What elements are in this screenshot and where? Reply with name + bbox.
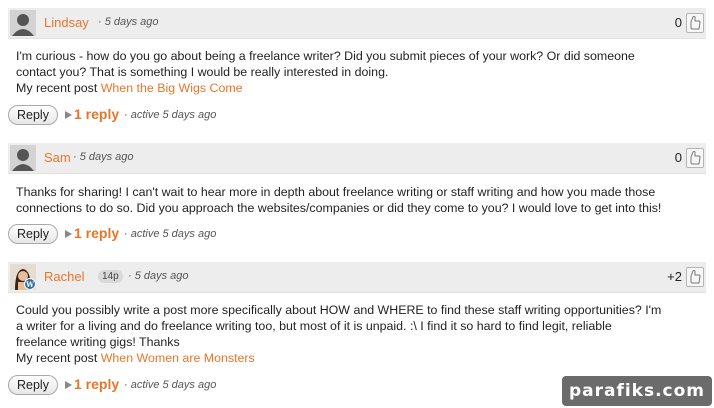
comment-points: +2: [667, 269, 682, 284]
recent-post: My recent post When Women are Monsters: [16, 350, 698, 366]
comment-text-line: connections to do so. Did you approach t…: [16, 201, 662, 215]
comment-author[interactable]: Sam: [44, 150, 71, 165]
active-time: · active 5 days ago: [124, 109, 217, 121]
comment-rachel: W Rachel 14p · 5 days ago +2 Could you p…: [8, 262, 706, 395]
thumbs-up-icon[interactable]: [686, 13, 704, 33]
comment-text-line: Could you possibly write a post more spe…: [16, 303, 662, 317]
comment-footer: Reply 1 reply · active 5 days ago: [8, 375, 308, 395]
comment-footer: Reply 1 reply · active 5 days ago: [8, 224, 308, 244]
reply-count-link[interactable]: 1 reply: [74, 376, 119, 392]
expand-arrow-icon[interactable]: [65, 381, 72, 389]
comment-body: Could you possibly write a post more spe…: [8, 293, 706, 366]
comment-header: Sam · 5 days ago 0: [8, 143, 706, 174]
active-time: · active 5 days ago: [124, 228, 217, 240]
comment-author[interactable]: Rachel: [44, 269, 84, 284]
recent-post-prefix: My recent post: [16, 81, 98, 95]
comment-text-line: a writer for a living and do freelance w…: [16, 319, 612, 333]
comment-lindsay: Lindsay · 5 days ago 0 I'm curious - how…: [8, 8, 706, 125]
comment-time: · 5 days ago: [128, 270, 189, 282]
comment-points: 0: [674, 15, 682, 30]
thumbs-up-icon[interactable]: [686, 148, 704, 168]
reply-button[interactable]: Reply: [8, 224, 58, 244]
default-user-icon[interactable]: [10, 10, 36, 36]
comment-points: 0: [674, 150, 682, 165]
expand-arrow-icon[interactable]: [65, 230, 72, 238]
recent-post-prefix: My recent post: [16, 351, 98, 365]
comment-header: Lindsay · 5 days ago 0: [8, 8, 706, 39]
comment-header: W Rachel 14p · 5 days ago +2: [8, 262, 706, 293]
recent-post: My recent post When the Big Wigs Come: [16, 80, 698, 96]
comment-footer: Reply 1 reply · active 5 days ago: [8, 105, 308, 125]
comment-time: · 5 days ago: [73, 151, 134, 163]
default-user-icon[interactable]: [10, 145, 36, 171]
comment-text-line: contact you? That is something I would b…: [16, 65, 389, 79]
comment-time: · 5 days ago: [98, 16, 159, 28]
watermark: parafiks.com: [562, 376, 712, 406]
expand-arrow-icon[interactable]: [65, 111, 72, 119]
reply-button[interactable]: Reply: [8, 105, 58, 125]
comment-sam: Sam · 5 days ago 0 Thanks for sharing! I…: [8, 143, 706, 244]
comment-author[interactable]: Lindsay: [44, 15, 89, 30]
comment-body: Thanks for sharing! I can't wait to hear…: [8, 174, 706, 216]
recent-post-link[interactable]: When Women are Monsters: [101, 351, 255, 365]
reply-count-link[interactable]: 1 reply: [74, 225, 119, 241]
comment-text-line: Thanks for sharing! I can't wait to hear…: [16, 185, 656, 199]
reply-button[interactable]: Reply: [8, 375, 58, 395]
points-badge: 14p: [98, 270, 123, 283]
reply-count-link[interactable]: 1 reply: [74, 106, 119, 122]
comment-text-line: freelance writing gigs! Thanks: [16, 335, 180, 349]
photo-avatar-with-wordpress-icon[interactable]: W: [10, 264, 36, 290]
svg-text:W: W: [25, 280, 34, 289]
comment-body: I'm curious - how do you go about being …: [8, 39, 706, 96]
active-time: · active 5 days ago: [124, 379, 217, 391]
comment-text-line: I'm curious - how do you go about being …: [16, 49, 635, 63]
thumbs-up-icon[interactable]: [686, 267, 704, 287]
recent-post-link[interactable]: When the Big Wigs Come: [101, 81, 243, 95]
